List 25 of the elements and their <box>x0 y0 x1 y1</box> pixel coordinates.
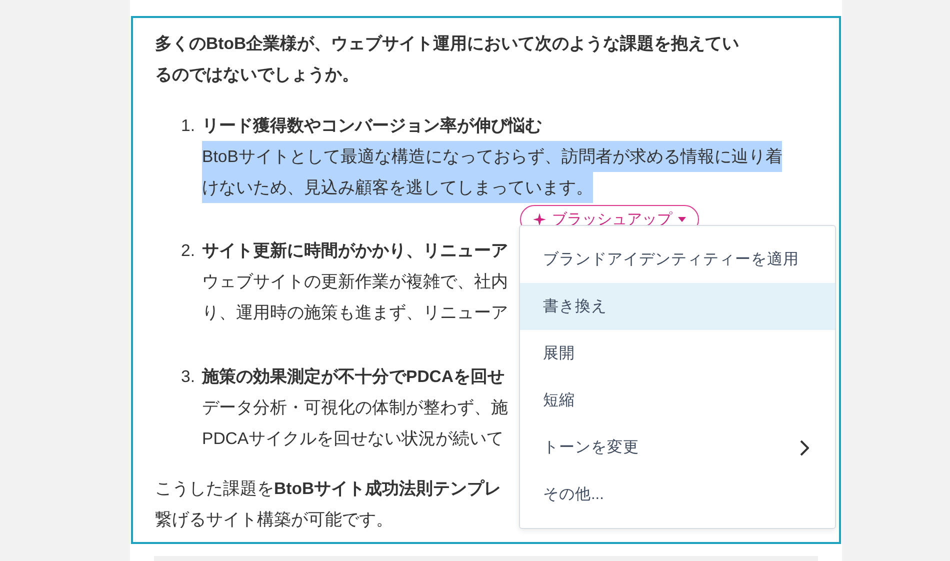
list-number: 1. <box>181 115 196 137</box>
sparkle-icon <box>533 212 546 226</box>
menu-item[interactable]: トーンを変更 <box>520 424 835 471</box>
closing-text: こうした課題をBtoBサイト成功法則テンプレ <box>155 478 502 500</box>
item-text: り、運用時の施策も進まず、リニューア <box>202 303 508 322</box>
menu-item[interactable]: 書き換え <box>520 283 835 330</box>
intro-text: るのではないでしょうか。 <box>155 64 359 86</box>
caret-icon <box>678 216 686 222</box>
item-title: サイト更新に時間がかかり、リニューア <box>202 240 508 262</box>
chevron-right-icon <box>800 440 809 456</box>
selected-text: けないため、見込み顧客を逃してしまっています。 <box>202 172 593 203</box>
list-number: 2. <box>181 240 196 262</box>
menu-item[interactable]: 短縮 <box>520 377 835 424</box>
item-text: データ分析・可視化の体制が整わず、施 <box>202 398 508 417</box>
item-title: 施策の効果測定が不十分でPDCAを回せ <box>202 366 505 388</box>
selected-text: BtoBサイトとして最適な構造になっておらず、訪問者が求める情報に辿り着 <box>202 141 782 172</box>
item-title: リード獲得数やコンバージョン率が伸び悩む <box>202 115 542 137</box>
menu-item[interactable]: その他... <box>520 471 835 518</box>
item-text: PDCAサイクルを回せない状況が続いて <box>202 429 504 448</box>
list-number: 3. <box>181 366 196 388</box>
intro-text: 多くのBtoB企業様が、ウェブサイト運用において次のような課題を抱えてい <box>155 33 740 55</box>
menu-item[interactable]: ブランドアイデンティティーを適用 <box>520 236 835 283</box>
menu-item[interactable]: 展開 <box>520 330 835 377</box>
closing-text: 繋げるサイト構築が可能です。 <box>155 509 393 531</box>
item-text: ウェブサイトの更新作業が複雑で、社内 <box>202 272 508 291</box>
